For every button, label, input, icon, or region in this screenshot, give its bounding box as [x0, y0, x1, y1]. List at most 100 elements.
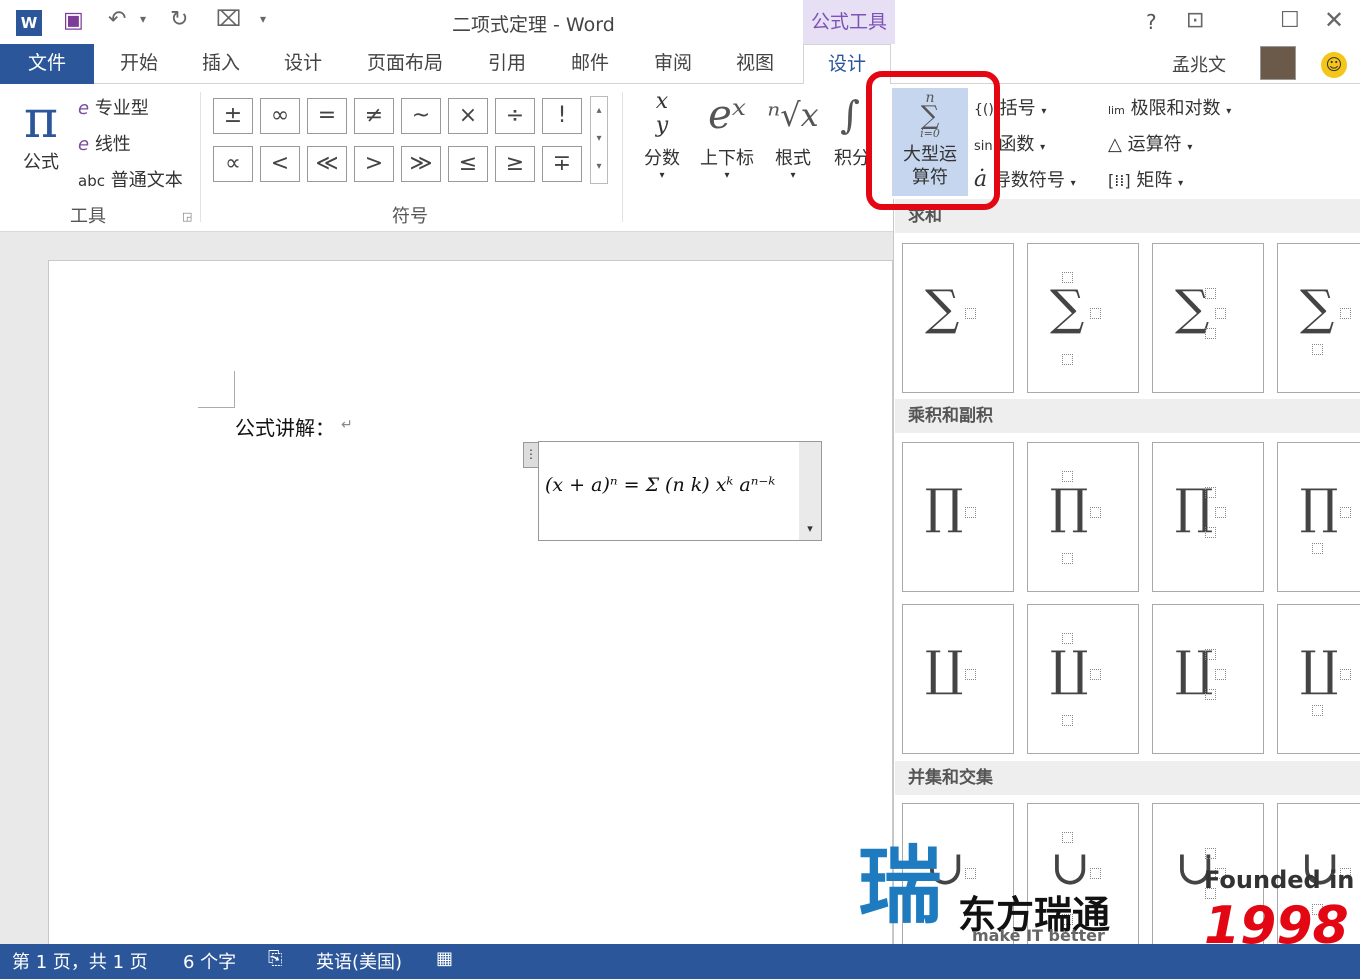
gallery-item-sum[interactable]: ∑: [1152, 243, 1264, 393]
professional-button[interactable]: e 专业型: [78, 94, 149, 120]
accent-label: 导数符号: [992, 170, 1065, 191]
placeholder-box: [1205, 487, 1216, 498]
symbol-button[interactable]: >: [354, 146, 394, 182]
placeholder-box: [1340, 308, 1351, 319]
placeholder-box: [1062, 471, 1073, 482]
symbol-button[interactable]: <: [260, 146, 300, 182]
close-icon[interactable]: ✕: [1324, 6, 1344, 34]
gallery-item-product[interactable]: ∏: [902, 442, 1014, 592]
equation-text[interactable]: (x + a)ⁿ = Σ (n k) xᵏ aⁿ⁻ᵏ: [545, 474, 795, 496]
document-text[interactable]: 公式讲解：: [235, 412, 335, 441]
integral-label: 积分: [834, 148, 866, 169]
operator-button[interactable]: △ 运算符 ▾: [1108, 130, 1192, 156]
tab-page-layout[interactable]: 页面布局: [356, 44, 454, 84]
help-button[interactable]: ?: [1146, 10, 1157, 34]
tab-mailings[interactable]: 邮件: [555, 44, 625, 84]
equation-box[interactable]: ⋮ (x + a)ⁿ = Σ (n k) xᵏ aⁿ⁻ᵏ ▾: [523, 441, 822, 541]
proofing-icon[interactable]: ⎘: [268, 948, 282, 969]
avatar[interactable]: [1260, 46, 1296, 80]
equation-handle[interactable]: ⋮: [523, 442, 539, 468]
status-words[interactable]: 6 个字: [183, 948, 236, 974]
symbol-button[interactable]: ∝: [213, 146, 253, 182]
limit-log-button[interactable]: lim 极限和对数 ▾: [1108, 94, 1231, 120]
script-dropdown-icon: ▾: [724, 170, 730, 181]
fraction-dropdown-icon: ▾: [659, 170, 665, 181]
symbol-button[interactable]: ÷: [495, 98, 535, 134]
tab-file[interactable]: 文件: [0, 44, 94, 84]
symbol-button[interactable]: ∓: [542, 146, 582, 182]
product-icon: ∏: [1050, 479, 1089, 535]
linear-button[interactable]: e 线性: [78, 130, 131, 156]
tab-review[interactable]: 审阅: [638, 44, 708, 84]
sum-icon: ∑: [925, 280, 960, 336]
margin-corner: [198, 371, 235, 408]
fraction-button[interactable]: xy 分数 ▾: [640, 90, 684, 182]
macro-icon[interactable]: ▦: [436, 948, 453, 969]
gallery-item-coproduct[interactable]: ∐: [1152, 604, 1264, 754]
placeholder-box: [1062, 272, 1073, 283]
placeholder-box: [1090, 868, 1101, 879]
normal-text-button[interactable]: abc 普通文本: [78, 166, 183, 192]
tools-group-label: 工具: [70, 206, 106, 227]
matrix-button[interactable]: [⁞⁞] 矩阵 ▾: [1108, 166, 1183, 192]
user-name[interactable]: 孟兆文: [1172, 51, 1226, 77]
gallery-item-coproduct[interactable]: ∐: [902, 604, 1014, 754]
dialog-launcher-icon[interactable]: ◲: [182, 210, 192, 223]
placeholder-box: [965, 308, 976, 319]
undo-icon[interactable]: ↶: [108, 7, 126, 32]
touch-mode-icon[interactable]: ⌧: [216, 7, 241, 32]
product-icon: ∏: [925, 479, 964, 535]
integral-button[interactable]: ∫ 积分: [834, 90, 866, 170]
document-page[interactable]: 公式讲解： ↵ ⋮ (x + a)ⁿ = Σ (n k) xᵏ aⁿ⁻ᵏ ▾: [48, 260, 893, 960]
function-dropdown-icon: ▾: [1040, 142, 1046, 153]
gallery-item-product[interactable]: ∏: [1277, 442, 1360, 592]
script-button[interactable]: eˣ 上下标 ▾: [698, 90, 756, 181]
gallery-item-sum[interactable]: ∑: [902, 243, 1014, 393]
equation-button[interactable]: π 公式: [14, 92, 68, 174]
coproduct-icon: ∐: [925, 641, 964, 697]
symbol-button[interactable]: ~: [401, 98, 441, 134]
placeholder-box: [1062, 553, 1073, 564]
window-title: 二项式定理 - Word: [452, 14, 615, 36]
symbol-button[interactable]: ≫: [401, 146, 441, 182]
undo-dropdown-icon[interactable]: ▾: [140, 12, 146, 26]
symbol-button[interactable]: !: [542, 98, 582, 134]
symbols-scroll[interactable]: ▴ ▾ ▾: [590, 96, 608, 184]
symbol-button[interactable]: ≥: [495, 146, 535, 182]
tab-home[interactable]: 开始: [104, 44, 174, 84]
matrix-dropdown-icon: ▾: [1178, 178, 1184, 189]
smiley-icon[interactable]: ☺: [1321, 52, 1347, 78]
tab-insert[interactable]: 插入: [186, 44, 256, 84]
symbol-button[interactable]: ≤: [448, 146, 488, 182]
customize-qat-icon[interactable]: ▾: [260, 12, 266, 26]
gallery-item-product[interactable]: ∏: [1027, 442, 1139, 592]
gallery-item-sum[interactable]: ∑: [1027, 243, 1139, 393]
ribbon-display-icon[interactable]: ⊡: [1186, 8, 1204, 33]
status-page[interactable]: 第 1 页，共 1 页: [12, 948, 148, 974]
symbol-button[interactable]: ≠: [354, 98, 394, 134]
professional-label: 专业型: [94, 98, 149, 119]
gallery-item-sum[interactable]: ∑: [1277, 243, 1360, 393]
symbol-button[interactable]: ±: [213, 98, 253, 134]
symbol-button[interactable]: ∞: [260, 98, 300, 134]
gallery-item-coproduct[interactable]: ∐: [1277, 604, 1360, 754]
save-icon[interactable]: ▣: [63, 8, 84, 33]
tab-design[interactable]: 设计: [268, 44, 338, 84]
operator-label: 运算符: [1127, 134, 1182, 155]
redo-icon[interactable]: ↻: [170, 7, 188, 32]
equation-options-button[interactable]: ▾: [799, 442, 821, 540]
separator: [622, 92, 623, 222]
gallery-item-coproduct[interactable]: ∐: [1027, 604, 1139, 754]
word-logo-icon[interactable]: W: [16, 10, 42, 36]
maximize-icon[interactable]: ☐: [1280, 8, 1300, 33]
symbol-button[interactable]: ×: [448, 98, 488, 134]
tab-view[interactable]: 视图: [720, 44, 790, 84]
placeholder-box: [1312, 344, 1323, 355]
symbol-button[interactable]: ≪: [307, 146, 347, 182]
status-language[interactable]: 英语(美国): [316, 948, 402, 974]
radical-button[interactable]: ⁿ√x 根式 ▾: [766, 90, 820, 181]
linear-label: 线性: [94, 134, 131, 155]
tab-references[interactable]: 引用: [472, 44, 542, 84]
gallery-item-product[interactable]: ∏: [1152, 442, 1264, 592]
symbol-button[interactable]: =: [307, 98, 347, 134]
